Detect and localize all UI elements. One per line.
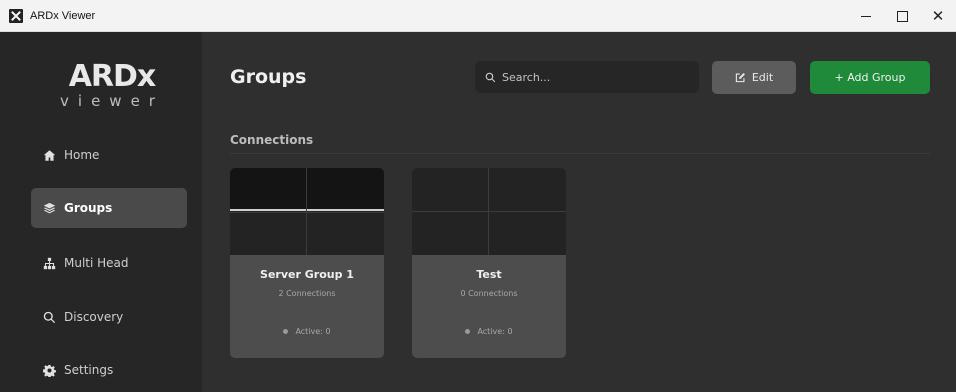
logo-subtitle: viewer xyxy=(60,92,164,110)
minimize-button[interactable] xyxy=(848,0,884,32)
sidebar-item-multi-head[interactable]: Multi Head xyxy=(31,243,187,283)
group-active-label: Active: 0 xyxy=(295,327,331,336)
sitemap-icon xyxy=(42,256,56,270)
home-icon xyxy=(42,148,56,162)
window-controls: ✕ xyxy=(848,0,956,32)
sidebar-item-label: Settings xyxy=(64,363,114,377)
search-icon xyxy=(485,72,496,82)
sidebar-item-groups[interactable]: Groups xyxy=(31,188,187,228)
close-button[interactable]: ✕ xyxy=(920,0,956,32)
search-input[interactable] xyxy=(502,70,682,84)
section-title: Connections xyxy=(230,133,314,147)
sidebar-item-label: Home xyxy=(64,148,100,162)
group-active-status: Active: 0 xyxy=(230,327,384,336)
page-title: Groups xyxy=(230,66,307,88)
group-preview xyxy=(412,168,566,255)
sidebar-item-label: Discovery xyxy=(64,310,124,324)
sidebar-item-label: Groups xyxy=(64,201,113,215)
group-card[interactable]: Server Group 1 2 Connections Active: 0 xyxy=(230,168,384,358)
sidebar-item-settings[interactable]: Settings xyxy=(31,350,187,390)
search-box[interactable] xyxy=(475,61,699,93)
layers-icon xyxy=(42,201,56,215)
sidebar: ARDx viewer Home Groups Multi Head Disco… xyxy=(0,32,202,392)
edit-button[interactable]: Edit xyxy=(712,61,796,94)
window-titlebar: ARDx Viewer ✕ xyxy=(0,0,956,32)
sidebar-item-discovery[interactable]: Discovery xyxy=(31,297,187,337)
maximize-button[interactable] xyxy=(884,0,920,32)
status-dot-icon xyxy=(465,329,471,334)
edit-button-label: Edit xyxy=(751,71,774,84)
add-group-button[interactable]: + Add Group xyxy=(810,61,930,94)
sidebar-item-home[interactable]: Home xyxy=(31,135,187,175)
search-icon xyxy=(42,310,56,324)
sidebar-item-label: Multi Head xyxy=(64,256,129,270)
main-content: Groups Edit + Add Group Connections Serv… xyxy=(202,32,956,392)
status-dot-icon xyxy=(283,329,289,334)
app-icon xyxy=(9,8,23,23)
app-logo: ARDx viewer xyxy=(57,62,167,112)
group-active-label: Active: 0 xyxy=(477,327,513,336)
edit-icon xyxy=(735,73,745,83)
logo-wordmark: ARDx xyxy=(68,59,157,94)
section-divider xyxy=(230,153,930,154)
group-connection-count: 2 Connections xyxy=(278,289,336,298)
group-active-status: Active: 0 xyxy=(412,327,566,336)
group-card[interactable]: Test 0 Connections Active: 0 xyxy=(412,168,566,358)
group-name: Test xyxy=(476,268,502,281)
gear-icon xyxy=(42,363,56,377)
group-connection-count: 0 Connections xyxy=(460,289,518,298)
group-preview xyxy=(230,168,384,255)
window-title: ARDx Viewer xyxy=(30,9,96,22)
group-name: Server Group 1 xyxy=(260,268,354,281)
